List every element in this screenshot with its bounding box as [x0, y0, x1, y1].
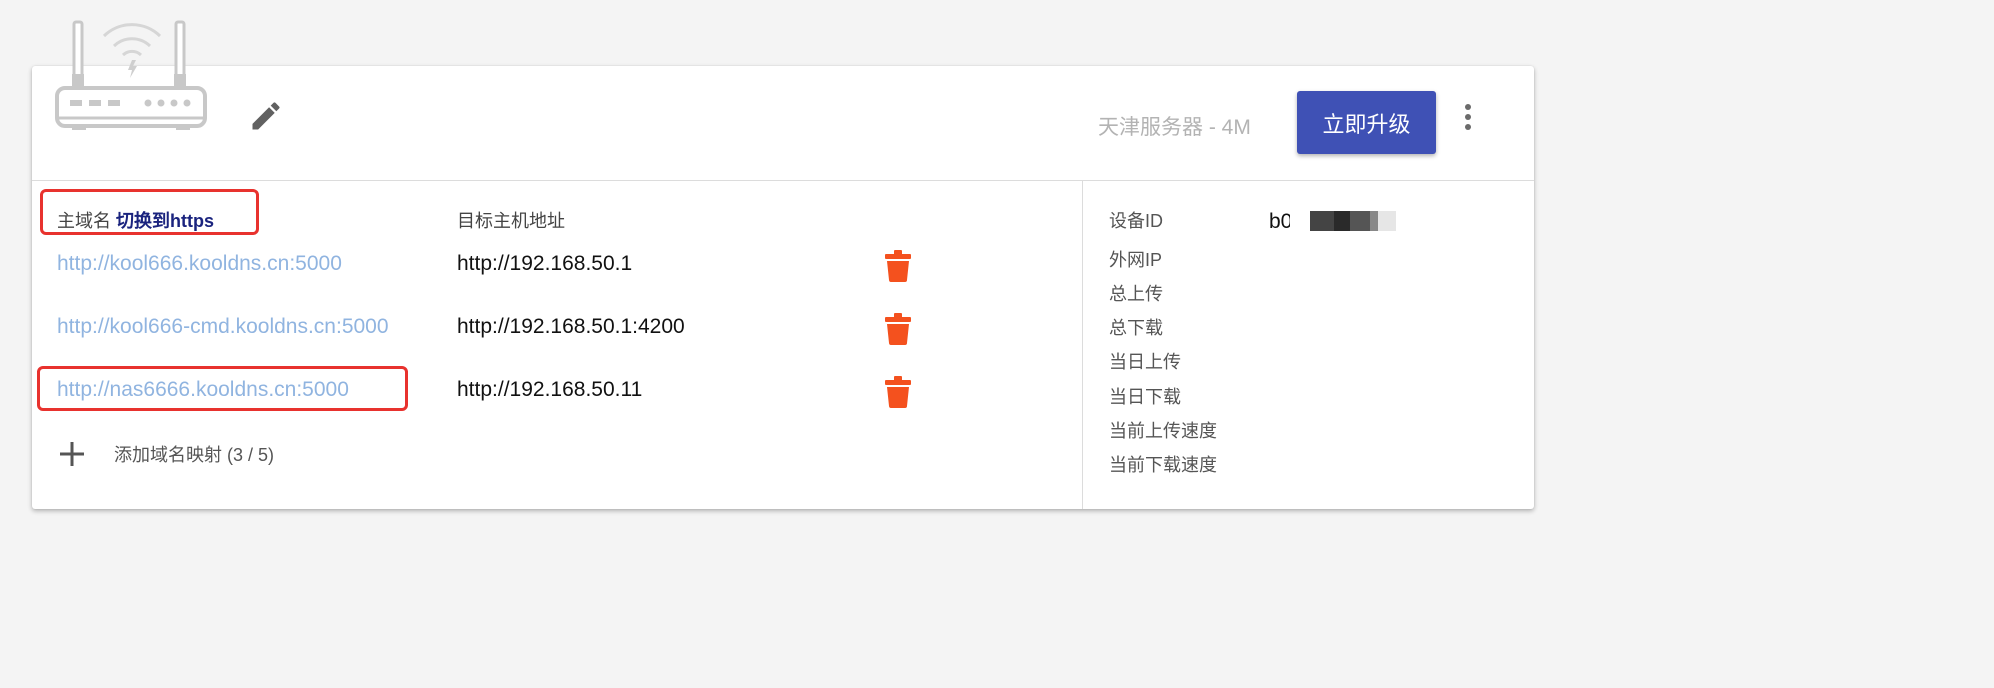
upgrade-button[interactable]: 立即升级 [1297, 91, 1436, 154]
target-host: http://192.168.50.11 [457, 378, 643, 401]
info-label-upload-speed: 当前上传速度 [1109, 421, 1217, 441]
info-label-today-upload: 当日上传 [1109, 352, 1181, 372]
info-label-total-upload: 总上传 [1109, 284, 1163, 304]
annotation-highlight-box [40, 189, 259, 235]
router-icon [55, 20, 207, 130]
more-vert-icon[interactable] [1456, 100, 1480, 134]
redaction-mask [1290, 208, 1400, 234]
domain-link[interactable]: http://kool666-cmd.kooldns.cn:5000 [57, 315, 389, 339]
pencil-icon[interactable] [248, 98, 284, 134]
target-host: http://192.168.50.1:4200 [457, 315, 685, 338]
target-host: http://192.168.50.1 [457, 252, 633, 275]
info-label-device-id: 设备ID [1109, 211, 1163, 231]
plus-icon [60, 442, 84, 466]
trash-icon[interactable] [884, 250, 912, 282]
server-plan-label: 天津服务器 - 4M [1098, 116, 1251, 139]
trash-icon[interactable] [884, 313, 912, 345]
info-label-download-speed: 当前下载速度 [1109, 455, 1217, 475]
info-label-total-download: 总下载 [1109, 318, 1163, 338]
add-mapping-label: 添加域名映射 (3 / 5) [114, 445, 275, 465]
trash-icon[interactable] [884, 376, 912, 408]
column-divider [1082, 181, 1083, 509]
info-label-today-download: 当日下载 [1109, 387, 1181, 407]
header-divider [32, 180, 1534, 181]
annotation-highlight-box [37, 366, 408, 411]
domain-link[interactable]: http://kool666.kooldns.cn:5000 [57, 252, 342, 276]
target-column-header: 目标主机地址 [457, 211, 565, 231]
info-label-wan-ip: 外网IP [1109, 250, 1163, 270]
